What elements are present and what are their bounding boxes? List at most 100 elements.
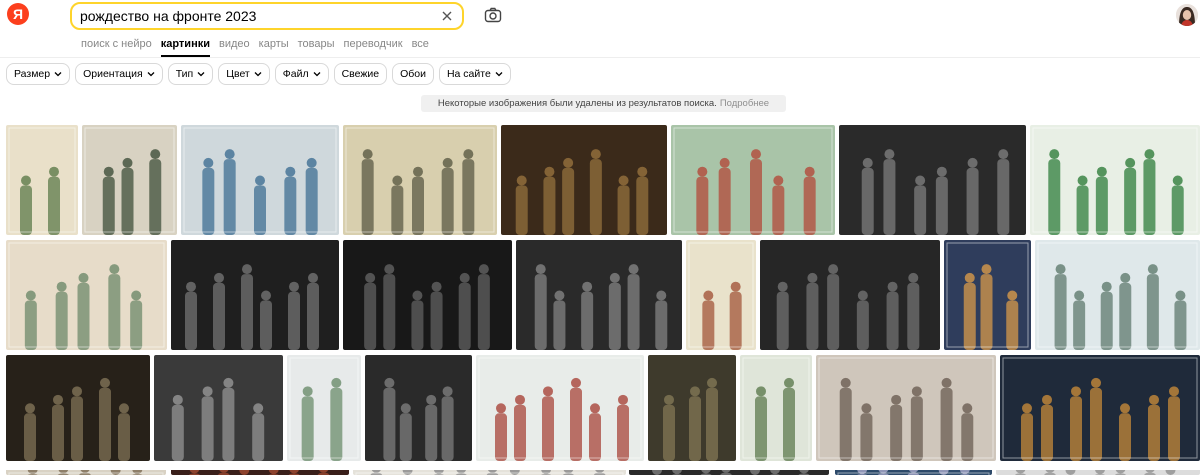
- notice-more-link[interactable]: Подробнее: [720, 98, 769, 109]
- chevron-down-icon: [54, 72, 62, 77]
- image-thumbnail[interactable]: [629, 466, 829, 475]
- filter-button-5[interactable]: Свежие: [333, 63, 388, 85]
- photo-image: [629, 466, 829, 475]
- postcard-image: [816, 355, 996, 461]
- postcard-image: [1030, 125, 1200, 235]
- yandex-logo[interactable]: Я: [7, 3, 29, 25]
- filter-label: Обои: [400, 68, 426, 80]
- image-thumbnail[interactable]: [353, 466, 626, 475]
- image-thumbnail[interactable]: [6, 125, 78, 235]
- postcard-image: [671, 125, 835, 235]
- photo-image: [501, 125, 667, 235]
- photo-image: [839, 125, 1026, 235]
- photo-image: [760, 240, 940, 350]
- image-thumbnail[interactable]: [686, 240, 756, 350]
- filter-button-1[interactable]: Ориентация: [75, 63, 163, 85]
- postcard-image: [1035, 240, 1200, 350]
- image-thumbnail[interactable]: [740, 355, 812, 461]
- photo-image: [171, 466, 349, 475]
- postcard-image: [343, 125, 497, 235]
- image-thumbnail[interactable]: [1035, 240, 1200, 350]
- tab-0[interactable]: поиск с нейро: [81, 38, 152, 58]
- filter-label: Цвет: [226, 68, 250, 80]
- filter-bar: Размер Ориентация Тип Цвет Файл Свежие Обои На …: [6, 63, 511, 85]
- photo-image: [171, 240, 339, 350]
- image-thumbnail[interactable]: [671, 125, 835, 235]
- chevron-down-icon: [147, 72, 155, 77]
- postcard-image: [353, 466, 626, 475]
- filter-button-6[interactable]: Обои: [392, 63, 434, 85]
- photo-image: [154, 355, 283, 461]
- image-thumbnail[interactable]: [343, 125, 497, 235]
- image-thumbnail[interactable]: [839, 125, 1026, 235]
- tab-4[interactable]: товары: [298, 38, 335, 58]
- image-thumbnail[interactable]: [181, 125, 339, 235]
- image-thumbnail[interactable]: [287, 355, 361, 461]
- image-thumbnail[interactable]: [171, 240, 339, 350]
- image-thumbnail[interactable]: [501, 125, 667, 235]
- image-thumbnail[interactable]: [365, 355, 472, 461]
- search-input[interactable]: [80, 7, 430, 25]
- image-thumbnail[interactable]: [6, 355, 150, 461]
- image-thumbnail[interactable]: [648, 355, 736, 461]
- filter-label: Файл: [282, 68, 309, 80]
- filter-label: Свежие: [341, 68, 380, 80]
- filter-button-4[interactable]: Файл: [274, 63, 329, 85]
- photo-image: [6, 355, 150, 461]
- filter-button-0[interactable]: Размер: [6, 63, 71, 85]
- user-avatar[interactable]: [1176, 4, 1198, 26]
- header-divider: [0, 57, 1200, 58]
- postcard-image: [6, 240, 167, 350]
- image-thumbnail[interactable]: [1030, 125, 1200, 235]
- filter-label: Размер: [14, 68, 51, 80]
- search-box[interactable]: [70, 2, 464, 30]
- tab-6[interactable]: все: [412, 38, 429, 58]
- close-icon[interactable]: [440, 9, 454, 23]
- postcard-image: [82, 125, 177, 235]
- camera-search-icon[interactable]: [484, 7, 502, 23]
- filter-button-3[interactable]: Цвет: [218, 63, 270, 85]
- postcard-image: [6, 125, 78, 235]
- postcard-image: [944, 240, 1031, 350]
- image-thumbnail[interactable]: [944, 240, 1031, 350]
- tab-3[interactable]: карты: [259, 38, 289, 58]
- notice-text: Некоторые изображения были удалены из ре…: [437, 98, 717, 109]
- image-thumbnail[interactable]: [6, 466, 166, 475]
- postcard-image: [6, 466, 166, 475]
- photo-image: [343, 240, 512, 350]
- image-thumbnail[interactable]: [343, 240, 512, 350]
- chevron-down-icon: [495, 72, 503, 77]
- filter-label: Ориентация: [83, 68, 143, 80]
- search-tabs: поиск с нейро картинки видео карты товары пер…: [81, 38, 438, 58]
- image-thumbnail[interactable]: [835, 466, 992, 475]
- tab-2[interactable]: видео: [219, 38, 250, 58]
- image-thumbnail[interactable]: [996, 466, 1200, 475]
- filter-button-2[interactable]: Тип: [167, 63, 214, 85]
- filter-label: На сайте: [446, 68, 491, 80]
- filter-button-7[interactable]: На сайте: [438, 63, 511, 85]
- image-thumbnail[interactable]: [516, 240, 682, 350]
- image-thumbnail[interactable]: [816, 355, 996, 461]
- image-thumbnail[interactable]: [171, 466, 349, 475]
- tab-1[interactable]: картинки: [160, 38, 211, 58]
- photo-image: [648, 355, 736, 461]
- postcard-image: [740, 355, 812, 461]
- removed-results-notice: Некоторые изображения были удалены из ре…: [421, 95, 786, 112]
- chevron-down-icon: [254, 72, 262, 77]
- image-thumbnail[interactable]: [1000, 355, 1200, 461]
- image-thumbnail[interactable]: [82, 125, 177, 235]
- image-thumbnail[interactable]: [760, 240, 940, 350]
- tab-5[interactable]: переводчик: [344, 38, 403, 58]
- image-thumbnail[interactable]: [476, 355, 644, 461]
- postcard-image: [835, 466, 992, 475]
- photo-image: [516, 240, 682, 350]
- chevron-down-icon: [197, 72, 205, 77]
- postcard-image: [476, 355, 644, 461]
- postcard-image: [1000, 355, 1200, 461]
- photo-image: [365, 355, 472, 461]
- avatar-icon: [1176, 4, 1198, 26]
- image-thumbnail[interactable]: [154, 355, 283, 461]
- postcard-image: [181, 125, 339, 235]
- chevron-down-icon: [313, 72, 321, 77]
- image-thumbnail[interactable]: [6, 240, 167, 350]
